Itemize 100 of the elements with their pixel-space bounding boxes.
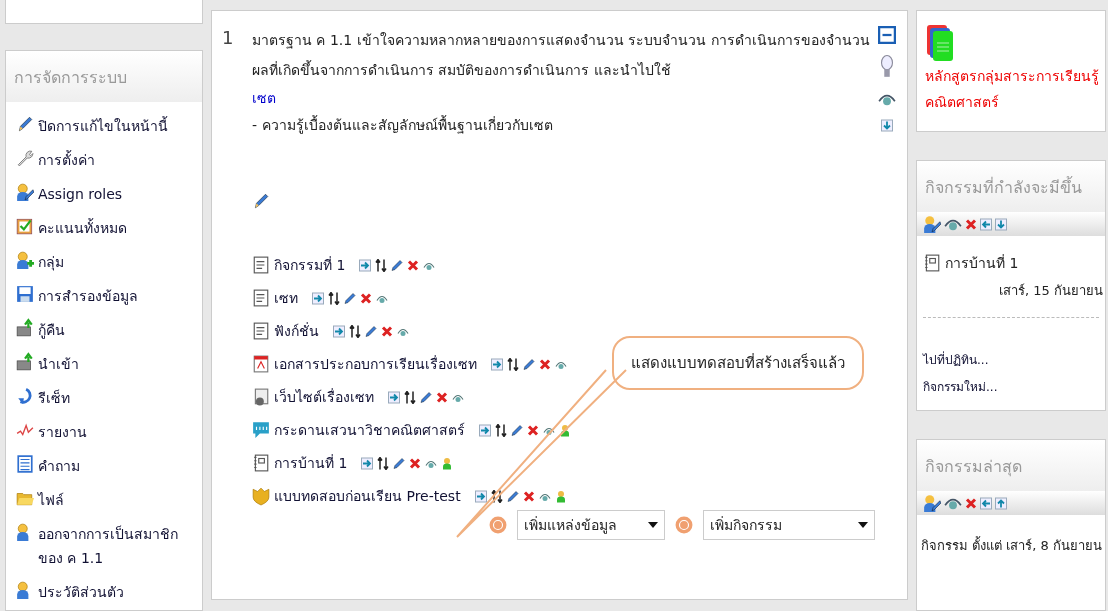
list-icon: [16, 454, 34, 474]
menu-link[interactable]: ออกจากการเป็นสมาชิกของ ค 1.1: [38, 522, 198, 570]
person-pencil-icon[interactable]: [923, 493, 941, 513]
delete-icon[interactable]: [965, 496, 977, 510]
activity-link[interactable]: กิจกรรมที่ 1: [274, 254, 346, 276]
move-right-icon[interactable]: [474, 489, 487, 503]
activity-link[interactable]: กระดานเสวนาวิชาคณิตศาสตร์: [274, 419, 465, 441]
pencil-icon[interactable]: [391, 258, 404, 272]
calendar-link[interactable]: ไปที่ปฏิทิน...: [917, 348, 1105, 375]
add-resource-dropdown[interactable]: เพิ่มแหล่งข้อมูล: [517, 510, 665, 540]
delete-icon[interactable]: [527, 423, 539, 437]
activity-link[interactable]: ฟังก์ชั่น: [274, 320, 319, 342]
move-right-icon[interactable]: [359, 258, 372, 272]
menu-link[interactable]: Assign roles: [38, 182, 123, 206]
document-icon: [252, 321, 270, 341]
menu-link[interactable]: รายงาน: [38, 420, 87, 444]
move-right-icon[interactable]: [491, 357, 503, 371]
pencil-icon: [252, 191, 270, 211]
callout-bubble: แสดงแบบทดสอบที่สร้างเสร็จแล้ว: [612, 336, 864, 390]
document-icon: [252, 288, 270, 308]
pencil-icon[interactable]: [506, 489, 519, 503]
pencil-icon[interactable]: [393, 456, 406, 470]
collapse-icon[interactable]: [878, 25, 896, 45]
menu-link[interactable]: กู้คืน: [38, 318, 65, 342]
delete-icon[interactable]: [409, 456, 422, 470]
up-down-arrows-icon[interactable]: [375, 258, 388, 272]
menu-link[interactable]: คะแนนทั้งหมด: [38, 216, 127, 240]
section-summary: มาตรฐาน ค 1.1 เข้าใจความหลากหลายของการแสดงจำนวน ระบบจำนวน การดำเนินการของจำนวน ผลที่เกิดขึ้นจากการดำเนินการ สมบัติของการดำเนินการ และนำไปใช้: [252, 31, 871, 80]
up-down-arrows-icon[interactable]: [349, 324, 361, 338]
shield-icon: [252, 486, 270, 506]
web-file-icon: [252, 387, 270, 407]
move-left-icon[interactable]: [980, 217, 992, 231]
person-pencil-icon[interactable]: [923, 214, 941, 234]
move-right-icon[interactable]: [479, 423, 491, 437]
notepad-icon: [252, 453, 270, 473]
move-right-icon[interactable]: [361, 456, 374, 470]
up-down-arrows-icon[interactable]: [507, 357, 519, 371]
menu-link[interactable]: ปิดการแก้ไขในหน้านี้: [38, 114, 168, 138]
delete-icon[interactable]: [381, 324, 393, 338]
menu-link[interactable]: การสำรองข้อมูล: [38, 284, 138, 308]
person-icon[interactable]: [559, 423, 571, 437]
up-down-arrows-icon[interactable]: [490, 489, 503, 503]
menu-link[interactable]: การตั้งค่า: [38, 148, 95, 172]
add-activity-dropdown[interactable]: เพิ่มกิจกรรม: [703, 510, 875, 540]
person-icon[interactable]: [554, 489, 567, 503]
document-icon: [252, 255, 270, 275]
activity-link[interactable]: เว็บไซต์เรื่องเซท: [274, 386, 374, 408]
activity-link[interactable]: แบบทดสอบก่อนเรียน Pre-test: [274, 485, 461, 507]
move-down-icon[interactable]: [881, 119, 893, 132]
move-right-icon[interactable]: [333, 324, 345, 338]
menu-link[interactable]: กลุ่ม: [38, 250, 64, 274]
person-plus-icon: [16, 250, 34, 270]
pencil-icon[interactable]: [523, 357, 535, 371]
move-down-icon[interactable]: [995, 217, 1007, 231]
lightbulb-icon[interactable]: [878, 55, 896, 79]
recent-activity-text: กิจกรรม ตั้งแต่ เสาร์, 8 กันยายน: [920, 535, 1103, 555]
upload-icon: [16, 352, 34, 372]
curved-arrow-icon: [16, 386, 34, 406]
section-number: 1: [222, 26, 235, 50]
person-icon[interactable]: [441, 456, 454, 470]
upload-icon: [16, 318, 34, 338]
clipboard-check-icon: [16, 216, 34, 236]
delete-icon[interactable]: [407, 258, 420, 272]
move-left-icon[interactable]: [980, 496, 992, 510]
delete-icon[interactable]: [965, 217, 977, 231]
dropdown-arrow-icon: [648, 522, 658, 528]
menu-link[interactable]: คำถาม: [38, 454, 80, 478]
pencil-icon: [16, 114, 34, 134]
activity-link[interactable]: เซท: [274, 287, 298, 309]
delete-icon[interactable]: [436, 390, 448, 404]
menu-link[interactable]: ประวัติส่วนตัว: [38, 580, 124, 604]
up-down-arrows-icon[interactable]: [404, 390, 416, 404]
event-date: เสาร์, 15 กันยายน: [998, 282, 1104, 300]
pencil-icon[interactable]: [344, 291, 356, 305]
move-right-icon[interactable]: [388, 390, 400, 404]
move-up-icon[interactable]: [995, 496, 1007, 510]
delete-icon[interactable]: [539, 357, 551, 371]
book-stack-icon: [925, 23, 955, 63]
event-link[interactable]: การบ้านที่ 1: [945, 252, 1019, 274]
pencil-icon[interactable]: [420, 390, 432, 404]
up-down-arrows-icon[interactable]: [495, 423, 507, 437]
activity-link[interactable]: เอกสารประกอบการเรียนเรื่องเซท: [274, 353, 477, 375]
pdf-file-icon: [252, 354, 270, 374]
menu-link[interactable]: นำเข้า: [38, 352, 79, 376]
topic-description: - ความรู้เบื้องต้นและสัญลักษณ์พื้นฐานเกี่ยวกับเซต: [252, 114, 554, 136]
person-pencil-icon: [16, 182, 34, 202]
pencil-icon[interactable]: [365, 324, 377, 338]
notepad-icon: [923, 253, 941, 273]
wrench-icon: [16, 148, 34, 168]
menu-link[interactable]: รีเซ็ท: [38, 386, 70, 410]
delete-icon[interactable]: [360, 291, 372, 305]
move-right-icon[interactable]: [312, 291, 324, 305]
activity-link[interactable]: การบ้านที่ 1: [274, 452, 348, 474]
calendar-link[interactable]: กิจกรรมใหม่...: [917, 375, 1105, 402]
delete-icon[interactable]: [522, 489, 535, 503]
up-down-arrows-icon[interactable]: [328, 291, 340, 305]
pencil-icon[interactable]: [511, 423, 523, 437]
up-down-arrows-icon[interactable]: [377, 456, 390, 470]
menu-link[interactable]: ไฟล์: [38, 488, 64, 512]
curriculum-link[interactable]: หลักสูตรกลุ่มสาระการเรียนรู้คณิตศาสตร์: [925, 63, 1101, 115]
